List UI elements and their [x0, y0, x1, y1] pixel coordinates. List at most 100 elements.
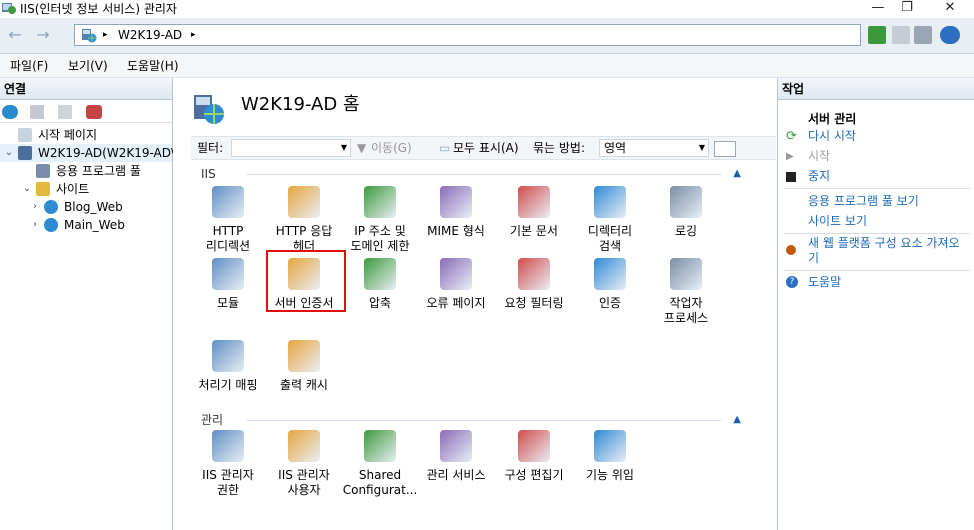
http-headers-icon — [288, 186, 320, 218]
globe-icon — [44, 218, 58, 232]
feature-item[interactable]: 기본 문서 — [495, 186, 573, 239]
highlight-box — [266, 250, 346, 312]
home-icon[interactable] — [914, 26, 932, 44]
help-icon[interactable] — [940, 26, 960, 44]
tree-item[interactable]: 시작 페이지 — [0, 126, 172, 144]
menu-view[interactable]: 보기(V) — [68, 58, 108, 74]
feature-label: 요청 필터링 — [504, 296, 564, 310]
help-icon: ? — [786, 276, 798, 288]
tree-item[interactable]: 응용 프로그램 풀 — [0, 162, 172, 180]
feature-item[interactable]: 처리기 매핑 — [189, 340, 267, 393]
address-toolbar: ← → ▸ W2K19-AD ▸ — [0, 18, 974, 54]
title-bar: IIS(인터넷 정보 서비스) 관리자 — ❐ ✕ — [0, 0, 974, 18]
feature-label: Shared Configurat... — [342, 468, 418, 497]
menu-bar: 파일(F) 보기(V) 도움말(H) — [0, 54, 974, 78]
feature-item[interactable]: 오류 페이지 — [417, 258, 495, 311]
handler-mappings-icon — [212, 340, 244, 372]
feature-item[interactable]: 기능 위임 — [571, 430, 649, 483]
feature-item[interactable]: 출력 캐시 — [265, 340, 343, 393]
tree-item[interactable]: › Blog_Web — [0, 198, 172, 216]
save-icon[interactable] — [30, 105, 44, 119]
actions-header: 작업 — [778, 78, 974, 100]
directory-browsing-icon — [594, 186, 626, 218]
feature-label: 기본 문서 — [510, 224, 558, 238]
feature-item[interactable]: 관리 서비스 — [417, 430, 495, 483]
stop-icon — [786, 172, 796, 182]
feature-item[interactable]: 요청 필터링 — [495, 258, 573, 311]
menu-file[interactable]: 파일(F) — [10, 58, 48, 74]
tree-item-label: W2K19-AD(W2K19-AD\ — [38, 146, 176, 160]
disconnect-icon[interactable] — [86, 105, 102, 119]
feature-label: 구성 편집기 — [504, 468, 564, 482]
feature-item[interactable]: 로깅 — [647, 186, 725, 239]
breadcrumb-server[interactable]: W2K19-AD — [118, 27, 182, 43]
refresh-icon[interactable] — [868, 26, 886, 44]
start-icon: ▶ — [786, 151, 794, 162]
action-get-new-components[interactable]: 새 웹 플랫폼 구성 요소 가져오기 — [808, 236, 966, 266]
app-pool-icon — [36, 164, 50, 178]
feature-item[interactable]: 인증 — [571, 258, 649, 311]
feature-item[interactable]: IP 주소 및 도메인 제한 — [341, 186, 419, 254]
forward-button[interactable]: → — [32, 25, 54, 47]
feature-item[interactable]: IIS 관리자 사용자 — [265, 430, 343, 498]
tree-item-label: 시작 페이지 — [38, 128, 98, 142]
tree-item[interactable]: › Main_Web — [0, 216, 172, 234]
feature-label: 압축 — [368, 296, 392, 310]
section-header[interactable]: 관리 ▲ — [201, 412, 751, 428]
server-icon — [82, 29, 97, 43]
web-platform-icon — [786, 245, 796, 255]
tree-item-label: 응용 프로그램 풀 — [56, 164, 141, 178]
tree-toggle-icon[interactable]: › — [30, 216, 40, 234]
feature-item[interactable]: HTTP 응답 헤더 — [265, 186, 343, 254]
feature-item[interactable]: Shared Configurat... — [341, 430, 419, 498]
connections-toolbar — [0, 101, 172, 123]
address-bar[interactable]: ▸ W2K19-AD ▸ — [74, 24, 861, 46]
tree-toggle-icon[interactable]: ⌄ — [4, 144, 14, 162]
collapse-chevron-icon[interactable]: ▲ — [733, 412, 741, 428]
sites-folder-icon — [36, 182, 50, 196]
action-help[interactable]: 도움말 — [808, 275, 841, 290]
feature-item[interactable]: 모듈 — [189, 258, 267, 311]
feature-label: 관리 서비스 — [426, 468, 486, 482]
feature-item[interactable]: HTTP 리디렉션 — [189, 186, 267, 254]
compression-icon — [364, 258, 396, 290]
section-header[interactable]: IIS ▲ — [201, 166, 751, 182]
feature-item[interactable]: MIME 형식 — [417, 186, 495, 239]
tree-item[interactable]: ⌄ W2K19-AD(W2K19-AD\ — [0, 144, 176, 162]
feature-label: 오류 페이지 — [426, 296, 486, 310]
close-button[interactable]: ✕ — [930, 0, 970, 18]
breadcrumb-arrow-icon[interactable]: ▸ — [103, 27, 108, 43]
collapse-chevron-icon[interactable]: ▲ — [733, 166, 741, 182]
features-view: W2K19-AD 홈 필터: ▼ ▼ 이동(G) ▭ 모두 표시(A) 묶는 방… — [173, 78, 776, 530]
feature-label: IIS 관리자 사용자 — [278, 468, 330, 497]
modules-icon — [212, 258, 244, 290]
feature-label: 출력 캐시 — [280, 378, 328, 392]
feature-label: 작업자 프로세스 — [663, 296, 709, 325]
stop-icon[interactable] — [892, 26, 910, 44]
feature-item[interactable]: 압축 — [341, 258, 419, 311]
feature-item[interactable]: 디렉터리 검색 — [571, 186, 649, 254]
menu-help[interactable]: 도움말(H) — [127, 58, 179, 74]
error-pages-icon — [440, 258, 472, 290]
feature-item[interactable]: 작업자 프로세스 — [647, 258, 725, 326]
feature-item[interactable]: 구성 편집기 — [495, 430, 573, 483]
feature-label: IP 주소 및 도메인 제한 — [350, 224, 410, 253]
tree-toggle-icon[interactable]: › — [30, 198, 40, 216]
action-stop[interactable]: 중지 — [808, 169, 830, 184]
globe-icon — [44, 200, 58, 214]
feature-label: 기능 위임 — [586, 468, 634, 482]
tree-toggle-icon[interactable]: ⌄ — [22, 180, 32, 198]
restore-button[interactable]: ❐ — [887, 0, 927, 18]
tree-item[interactable]: ⌄ 사이트 — [0, 180, 172, 198]
up-icon[interactable] — [58, 105, 72, 119]
feature-item[interactable]: IIS 관리자 권한 — [189, 430, 267, 498]
action-start[interactable]: 시작 — [808, 149, 830, 164]
action-restart[interactable]: 다시 시작 — [808, 129, 856, 144]
action-view-sites[interactable]: 사이트 보기 — [808, 214, 867, 229]
section-title: 관리 — [201, 413, 224, 427]
connections-panel: 연결 시작 페이지 ⌄ W2K19-AD(W2K19-AD\ 응용 프로그램 풀 ⌄ 사이… — [0, 78, 176, 530]
connect-icon[interactable] — [2, 105, 18, 119]
back-button[interactable]: ← — [4, 25, 26, 47]
action-view-app-pools[interactable]: 응용 프로그램 풀 보기 — [808, 194, 919, 209]
breadcrumb-arrow-icon[interactable]: ▸ — [191, 27, 196, 43]
